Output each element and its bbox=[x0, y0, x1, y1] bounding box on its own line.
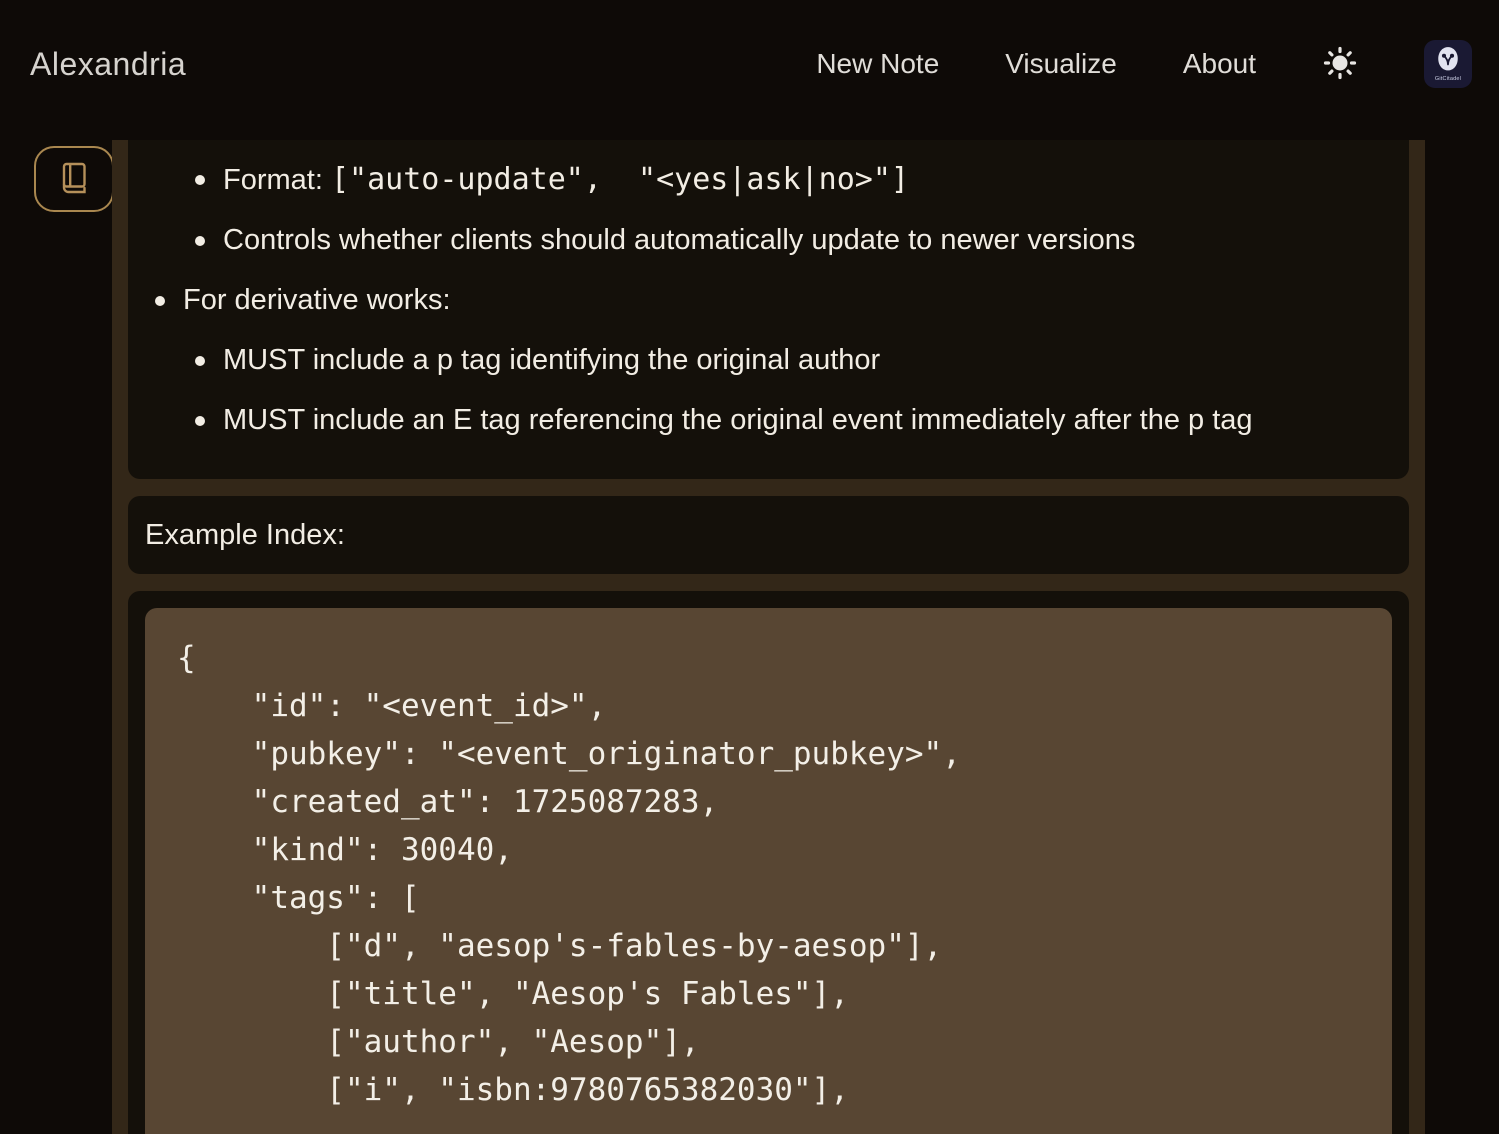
gitcitadel-logo-label: GitCitadel bbox=[1435, 76, 1461, 82]
list-item-must-e: MUST include an E tag referencing the or… bbox=[223, 399, 1392, 442]
book-icon bbox=[59, 162, 89, 197]
list-item-format: Format: ["auto-update", "<yes|ask|no>"] bbox=[223, 158, 1392, 202]
example-index-heading: Example Index: bbox=[145, 518, 1392, 552]
json-code-text: { "id": "<event_id>", "pubkey": "<event_… bbox=[177, 634, 1360, 1114]
spec-list: For derivative works: MUST include a p t… bbox=[145, 279, 1392, 442]
document-scroll-area[interactable]: Format: ["auto-update", "<yes|ask|no>"] … bbox=[112, 140, 1425, 1134]
app-title: Alexandria bbox=[30, 46, 186, 83]
gitcitadel-logo-button[interactable]: GitCitadel bbox=[1424, 40, 1472, 88]
sun-icon bbox=[1322, 45, 1358, 84]
format-code: ["auto-update", "<yes|ask|no>"] bbox=[331, 162, 909, 197]
format-label: Format: bbox=[223, 164, 331, 196]
toc-sidebar-toggle-button[interactable] bbox=[34, 146, 114, 212]
gitcitadel-shield-icon bbox=[1436, 46, 1460, 75]
nav-about[interactable]: About bbox=[1183, 48, 1256, 80]
top-navbar: Alexandria New Note Visualize About bbox=[0, 0, 1499, 128]
list-item-controls: Controls whether clients should automati… bbox=[223, 219, 1392, 262]
main-nav: New Note Visualize About bbox=[816, 40, 1472, 88]
derivative-label: For derivative works: bbox=[183, 284, 451, 316]
list-item-derivative: For derivative works: MUST include a p t… bbox=[183, 279, 1392, 442]
list-item-must-p: MUST include a p tag identifying the ori… bbox=[223, 339, 1392, 382]
example-index-card: Example Index: bbox=[128, 496, 1409, 574]
nav-new-note[interactable]: New Note bbox=[816, 48, 939, 80]
derivative-sublist: MUST include a p tag identifying the ori… bbox=[183, 339, 1392, 442]
json-code-block: { "id": "<event_id>", "pubkey": "<event_… bbox=[145, 608, 1392, 1134]
spec-sublist-top: Format: ["auto-update", "<yes|ask|no>"] … bbox=[145, 158, 1392, 262]
spec-section-card: Format: ["auto-update", "<yes|ask|no>"] … bbox=[128, 140, 1409, 479]
nav-visualize[interactable]: Visualize bbox=[1005, 48, 1117, 80]
code-example-card: { "id": "<event_id>", "pubkey": "<event_… bbox=[128, 591, 1409, 1134]
theme-toggle-button[interactable] bbox=[1322, 45, 1358, 84]
